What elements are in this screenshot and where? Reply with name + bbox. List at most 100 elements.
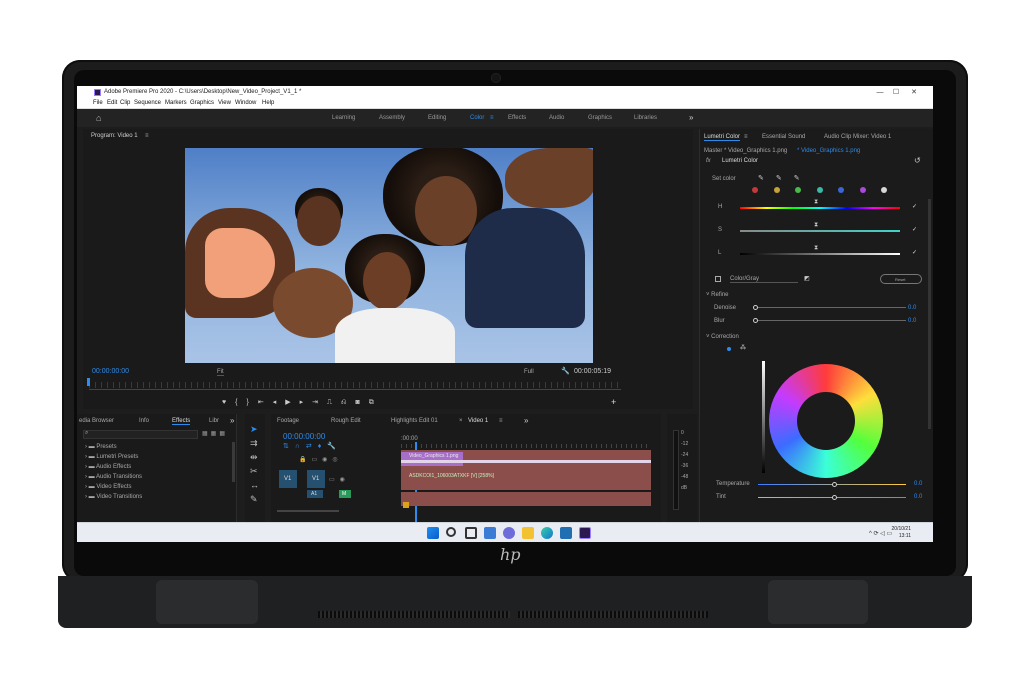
chat-icon[interactable] bbox=[503, 527, 515, 539]
workspace-editing[interactable]: Editing bbox=[428, 115, 446, 121]
search-icon[interactable] bbox=[446, 527, 456, 537]
workspace-graphics[interactable]: Graphics bbox=[588, 115, 612, 121]
workspace-audio[interactable]: Audio bbox=[549, 115, 564, 121]
color-swatch[interactable] bbox=[816, 187, 823, 193]
track-source-v1[interactable]: V1 bbox=[279, 470, 297, 488]
blur-slider[interactable] bbox=[756, 320, 906, 321]
go-to-out-icon[interactable]: ⇥ bbox=[312, 399, 327, 406]
timeline-tab-video-1[interactable]: Video 1 bbox=[468, 418, 488, 424]
step-back-icon[interactable]: ◂ bbox=[273, 399, 286, 406]
premiere-taskbar-icon[interactable] bbox=[579, 527, 591, 539]
blur-knob[interactable] bbox=[753, 318, 758, 323]
temperature-value[interactable]: 0.0 bbox=[914, 481, 922, 487]
menu-sequence[interactable]: Sequence bbox=[134, 100, 161, 106]
saturation-slider[interactable] bbox=[740, 230, 900, 232]
fx-icon[interactable]: fx bbox=[706, 158, 711, 164]
clip-audio[interactable] bbox=[401, 492, 651, 506]
track-toggle-icons[interactable]: 🔒▭◉◎ bbox=[299, 456, 343, 463]
color-gray-checkbox[interactable] bbox=[715, 276, 721, 282]
saturation-handle-icon[interactable]: ⧗ bbox=[814, 222, 818, 229]
denoise-value[interactable]: 0.0 bbox=[908, 305, 916, 311]
menu-edit[interactable]: Edit bbox=[107, 100, 117, 106]
effect-folder-audio-effects[interactable]: › ▬ Audio Effects bbox=[85, 464, 131, 470]
widgets-icon[interactable] bbox=[484, 527, 496, 539]
export-frame-icon[interactable]: ◙ bbox=[356, 399, 369, 406]
lightness-slider[interactable] bbox=[762, 361, 765, 473]
lumetri-source-master[interactable]: Master * Video_Graphics 1.png bbox=[704, 148, 787, 154]
menu-view[interactable]: View bbox=[218, 100, 231, 106]
tab-media-browser[interactable]: edia Browser bbox=[79, 418, 114, 424]
settings-icon[interactable]: 🔧 bbox=[561, 367, 570, 375]
effects-more-button[interactable]: » bbox=[230, 416, 234, 425]
correction-section-toggle[interactable]: ˅ Correction bbox=[706, 334, 739, 340]
track-a1[interactable]: A1 bbox=[307, 490, 323, 498]
color-swatch[interactable] bbox=[795, 187, 801, 193]
denoise-knob[interactable] bbox=[753, 305, 758, 310]
track-select-tool-icon[interactable]: ⇉ bbox=[250, 436, 259, 450]
denoise-slider[interactable] bbox=[756, 307, 906, 308]
color-swatch[interactable] bbox=[838, 187, 844, 193]
temperature-knob[interactable] bbox=[832, 482, 837, 487]
color-swatch[interactable] bbox=[859, 187, 866, 193]
pen-tool-icon[interactable]: ✎ bbox=[250, 492, 259, 506]
timeline-menu-icon[interactable]: ≡ bbox=[499, 418, 503, 424]
close-button[interactable]: ✕ bbox=[909, 88, 919, 97]
lumetri-source-clip[interactable]: * Video_Graphics 1.png bbox=[797, 148, 860, 154]
workspace-color[interactable]: Color bbox=[470, 115, 484, 121]
program-timecode-in[interactable]: 00:00:00:00 bbox=[92, 368, 129, 375]
workspace-learning[interactable]: Learning bbox=[332, 115, 355, 121]
blur-value[interactable]: 0.0 bbox=[908, 318, 916, 324]
luminance-check-icon[interactable]: ✓ bbox=[912, 249, 917, 256]
effects-filter-icons[interactable]: ▦▦▦ bbox=[202, 430, 228, 437]
marker-icon[interactable]: ♥ bbox=[222, 399, 235, 406]
lumetri-menu-icon[interactable]: ≡ bbox=[744, 134, 748, 140]
hue-slider[interactable] bbox=[740, 207, 900, 209]
menu-markers[interactable]: Markers bbox=[165, 100, 187, 106]
lift-icon[interactable]: ⎍ bbox=[327, 399, 341, 406]
lumetri-effect-select[interactable]: Lumetri Color bbox=[722, 158, 758, 164]
timeline-timecode[interactable]: 00:00:00:00 bbox=[283, 432, 325, 441]
program-menu-icon[interactable]: ≡ bbox=[145, 133, 149, 139]
invert-mask-icon[interactable]: ◩ bbox=[804, 275, 810, 282]
program-scrollbar[interactable] bbox=[89, 389, 621, 390]
refine-section-toggle[interactable]: ˅ Refine bbox=[706, 292, 729, 298]
color-swatch[interactable] bbox=[752, 187, 758, 193]
store-icon[interactable] bbox=[560, 527, 572, 539]
program-quality-select[interactable]: Full bbox=[524, 369, 534, 375]
extract-icon[interactable]: ⎌ bbox=[341, 399, 356, 406]
color-swatch[interactable] bbox=[881, 187, 887, 193]
effect-folder-video-effects[interactable]: › ▬ Video Effects bbox=[85, 484, 131, 490]
tab-info[interactable]: Info bbox=[139, 418, 149, 424]
tab-libraries[interactable]: Libr bbox=[209, 418, 219, 424]
tint-knob[interactable] bbox=[832, 495, 837, 500]
program-fit-select[interactable]: Fit bbox=[217, 369, 224, 376]
program-playhead[interactable] bbox=[87, 378, 90, 386]
effects-search-input[interactable] bbox=[83, 430, 198, 439]
timeline-tab-close-button[interactable]: × bbox=[459, 418, 463, 424]
compare-icon[interactable]: ⧉ bbox=[369, 399, 383, 406]
reset-button[interactable]: Reset bbox=[880, 274, 922, 284]
saturation-check-icon[interactable]: ✓ bbox=[912, 226, 917, 233]
taskbar-clock[interactable]: 20/10/21 13:11 bbox=[892, 526, 911, 540]
effects-scrollbar[interactable] bbox=[232, 442, 235, 482]
menu-graphics[interactable]: Graphics bbox=[190, 100, 214, 106]
effect-folder-lumetri-presets[interactable]: › ▬ Lumetri Presets bbox=[85, 454, 138, 460]
slip-tool-icon[interactable]: ↔ bbox=[250, 478, 259, 492]
selection-tool-icon[interactable]: ➤ bbox=[250, 422, 259, 436]
effect-folder-presets[interactable]: › ▬ Presets bbox=[85, 444, 117, 450]
menu-help[interactable]: Help bbox=[262, 100, 274, 106]
tab-audio-clip-mixer[interactable]: Audio Clip Mixer: Video 1 bbox=[824, 134, 891, 140]
tab-essential-sound[interactable]: Essential Sound bbox=[762, 134, 805, 140]
program-title[interactable]: Program: Video 1 bbox=[91, 133, 138, 139]
tab-effects[interactable]: Effects bbox=[172, 418, 191, 425]
clip-video[interactable]: ASDKCOI1_106003ATXKF [V] [258%] bbox=[401, 472, 651, 486]
minimize-button[interactable]: — bbox=[875, 88, 885, 97]
workspace-effects[interactable]: Effects bbox=[508, 115, 526, 121]
program-time-ruler[interactable] bbox=[89, 382, 621, 388]
system-tray[interactable]: ^ ⟳ ◁ ▭ bbox=[869, 530, 892, 537]
edge-icon[interactable] bbox=[541, 527, 553, 539]
timeline-tab-rough-edit[interactable]: Rough Edit bbox=[331, 418, 361, 424]
workspace-libraries[interactable]: Libraries bbox=[634, 115, 657, 121]
effect-folder-video-transitions[interactable]: › ▬ Video Transitions bbox=[85, 494, 142, 500]
reset-effect-icon[interactable]: ↺ bbox=[914, 156, 921, 165]
